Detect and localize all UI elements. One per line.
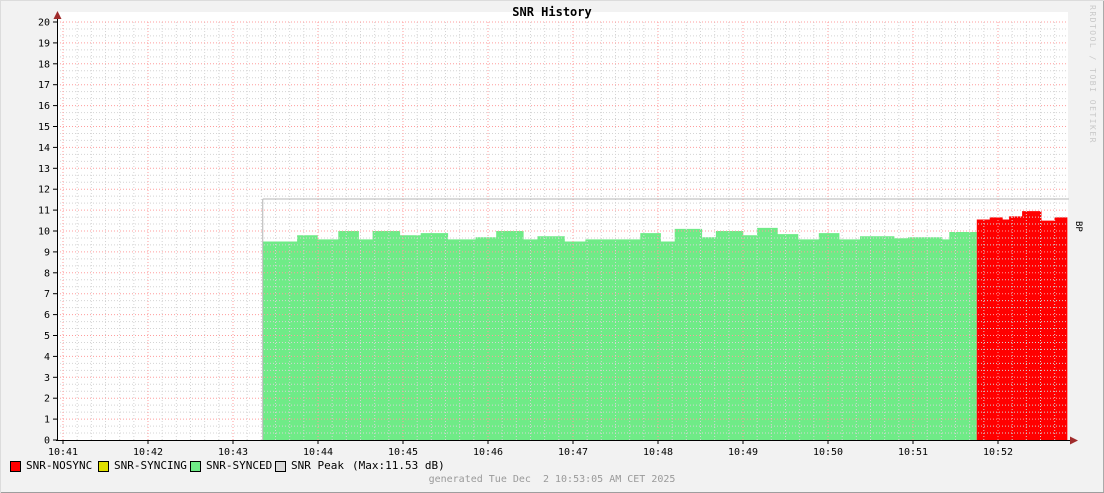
svg-text:10:49: 10:49 (728, 447, 758, 458)
chart-title: SNR History (512, 5, 592, 19)
svg-text:10:46: 10:46 (473, 447, 503, 458)
svg-text:17: 17 (38, 80, 50, 91)
svg-text:7: 7 (44, 289, 50, 300)
right-axis-label: BP (1073, 221, 1083, 232)
svg-text:10:43: 10:43 (218, 447, 248, 458)
svg-text:9: 9 (44, 247, 50, 258)
legend-label-syncing: SNR-SYNCING (114, 459, 187, 472)
svg-text:8: 8 (44, 268, 50, 279)
svg-text:10:48: 10:48 (643, 447, 673, 458)
generated-timestamp: generated Tue Dec 2 10:53:05 AM CET 2025 (428, 474, 676, 485)
snr-chart-canvas: 0123456789101112131415161718192010:41 10:… (38, 11, 1078, 458)
svg-text:16: 16 (38, 101, 50, 112)
snr-history-graph: 0 1 2 3 4 5 6 7 8 9 10 11 12 13 14 15 16 17 18 19 20 10:41 10:… (0, 0, 1104, 493)
svg-text:10:52: 10:52 (983, 447, 1013, 458)
svg-text:18: 18 (38, 59, 50, 70)
svg-text:3: 3 (44, 373, 50, 384)
svg-text:10:51: 10:51 (898, 447, 928, 458)
svg-text:14: 14 (38, 143, 50, 154)
legend-label-synced: SNR-SYNCED (206, 459, 273, 472)
svg-text:10:44: 10:44 (303, 447, 333, 458)
legend-swatch-peak (275, 461, 286, 472)
svg-text:5: 5 (44, 331, 50, 342)
svg-text:10:42: 10:42 (133, 447, 163, 458)
svg-text:1: 1 (44, 415, 50, 426)
svg-text:20: 20 (38, 18, 50, 29)
legend-label-peak: SNR Peak (291, 459, 344, 472)
rrdtool-watermark: RRDTOOL / TOBI OETIKER (1088, 5, 1097, 144)
svg-text:4: 4 (44, 352, 50, 363)
svg-text:0: 0 (44, 436, 50, 447)
svg-text:10:45: 10:45 (388, 447, 418, 458)
svg-text:10: 10 (38, 227, 50, 238)
svg-text:10:41: 10:41 (48, 447, 78, 458)
svg-text:10:50: 10:50 (813, 447, 843, 458)
svg-text:13: 13 (38, 164, 50, 175)
legend-max-note: (Max:11.53 dB) (352, 459, 445, 472)
legend-label-nosync: SNR-NOSYNC (26, 459, 93, 472)
svg-text:19: 19 (38, 38, 50, 49)
svg-text:2: 2 (44, 394, 50, 405)
svg-text:12: 12 (38, 185, 50, 196)
svg-text:11: 11 (38, 206, 50, 217)
svg-text:10:47: 10:47 (558, 447, 588, 458)
legend-swatch-synced (190, 461, 201, 472)
svg-text:6: 6 (44, 310, 50, 321)
legend-swatch-nosync (10, 461, 21, 472)
legend-swatch-syncing (98, 461, 109, 472)
svg-text:15: 15 (38, 122, 50, 133)
